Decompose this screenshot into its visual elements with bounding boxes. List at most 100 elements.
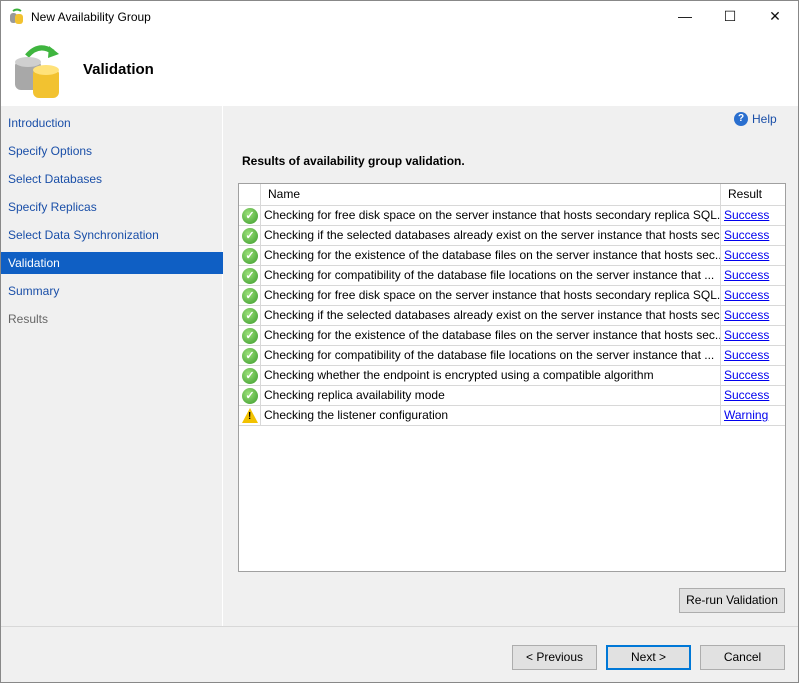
status-cell: ✓	[239, 246, 261, 265]
result-cell: Success	[721, 306, 785, 325]
result-cell: Success	[721, 226, 785, 245]
footer-divider	[1, 626, 798, 627]
table-row[interactable]: ✓ Checking for free disk space on the ser…	[239, 286, 785, 306]
success-icon: ✓	[242, 328, 258, 344]
result-cell: Success	[721, 366, 785, 385]
help-icon: ?	[734, 112, 748, 126]
result-link[interactable]: Success	[724, 228, 769, 242]
title-bar: New Availability Group — ☐ ✕	[1, 1, 798, 32]
success-icon: ✓	[242, 348, 258, 364]
table-row[interactable]: ! Checking the listener configuration Warn…	[239, 406, 785, 426]
result-link[interactable]: Success	[724, 208, 769, 222]
page-title: Validation	[83, 61, 154, 78]
table-row[interactable]: ✓ Checking for compatibility of the datab…	[239, 266, 785, 286]
table-row[interactable]: ✓ Checking for compatibility of the datab…	[239, 346, 785, 366]
result-link[interactable]: Success	[724, 388, 769, 402]
wizard-window: New Availability Group — ☐ ✕ Validation …	[0, 0, 799, 683]
nav-specify-options[interactable]: Specify Options	[1, 140, 223, 162]
nav-specify-replicas[interactable]: Specify Replicas	[1, 196, 223, 218]
maximize-button[interactable]: ☐	[707, 1, 753, 32]
success-icon: ✓	[242, 228, 258, 244]
check-name: Checking for compatibility of the databa…	[261, 346, 721, 365]
page-header: Validation	[1, 32, 798, 106]
rerun-validation-button[interactable]: Re-run Validation	[679, 588, 785, 613]
result-cell: Warning	[721, 406, 785, 425]
success-icon: ✓	[242, 248, 258, 264]
check-name: Checking for free disk space on the serv…	[261, 206, 721, 225]
warning-icon: !	[242, 408, 258, 423]
table-row[interactable]: ✓ Checking replica availability mode Succe…	[239, 386, 785, 406]
column-name[interactable]: Name	[261, 184, 721, 205]
result-link[interactable]: Success	[724, 368, 769, 382]
result-link[interactable]: Success	[724, 348, 769, 362]
result-link[interactable]: Success	[724, 288, 769, 302]
result-link[interactable]: Success	[724, 328, 769, 342]
help-link[interactable]: ? Help	[734, 112, 777, 126]
cancel-button[interactable]: Cancel	[700, 645, 785, 670]
table-row[interactable]: ✓ Checking whether the endpoint is encryp…	[239, 366, 785, 386]
results-heading: Results of availability group validation…	[242, 154, 465, 168]
success-icon: ✓	[242, 208, 258, 224]
table-row[interactable]: ✓ Checking for the existence of the datab…	[239, 326, 785, 346]
result-link[interactable]: Success	[724, 248, 769, 262]
status-cell: ✓	[239, 226, 261, 245]
next-button[interactable]: Next >	[606, 645, 691, 670]
check-name: Checking for the existence of the databa…	[261, 246, 721, 265]
nav-select-data-synchronization[interactable]: Select Data Synchronization	[1, 224, 223, 246]
wizard-nav: Introduction Specify Options Select Data…	[1, 106, 223, 626]
table-row[interactable]: ✓ Checking for the existence of the datab…	[239, 246, 785, 266]
success-icon: ✓	[242, 308, 258, 324]
success-icon: ✓	[242, 368, 258, 384]
result-cell: Success	[721, 386, 785, 405]
nav-results: Results	[8, 312, 49, 326]
success-icon: ✓	[242, 388, 258, 404]
result-cell: Success	[721, 206, 785, 225]
success-icon: ✓	[242, 288, 258, 304]
help-label: Help	[752, 112, 777, 126]
check-name: Checking for free disk space on the serv…	[261, 286, 721, 305]
nav-select-databases[interactable]: Select Databases	[1, 168, 223, 190]
result-cell: Success	[721, 326, 785, 345]
header-icon-cell	[239, 184, 261, 205]
check-name: Checking the listener configuration	[261, 406, 721, 425]
check-name: Checking if the selected databases alrea…	[261, 226, 721, 245]
result-link[interactable]: Success	[724, 308, 769, 322]
database-sync-icon	[15, 45, 59, 98]
main-panel: ? Help Results of availability group vali…	[224, 106, 798, 626]
nav-validation[interactable]: Validation	[1, 252, 223, 274]
result-cell: Success	[721, 246, 785, 265]
previous-button[interactable]: < Previous	[512, 645, 597, 670]
window-title: New Availability Group	[31, 10, 151, 24]
check-name: Checking replica availability mode	[261, 386, 721, 405]
status-cell: ✓	[239, 386, 261, 405]
close-button[interactable]: ✕	[752, 1, 798, 32]
column-result[interactable]: Result	[721, 184, 785, 205]
status-cell: ✓	[239, 286, 261, 305]
result-cell: Success	[721, 286, 785, 305]
status-cell: ✓	[239, 346, 261, 365]
status-cell: !	[239, 406, 261, 425]
grid-header: Name Result	[239, 184, 785, 206]
nav-introduction[interactable]: Introduction	[1, 112, 223, 134]
result-link[interactable]: Success	[724, 268, 769, 282]
nav-summary[interactable]: Summary	[1, 280, 223, 302]
status-cell: ✓	[239, 266, 261, 285]
table-row[interactable]: ✓ Checking if the selected databases alre…	[239, 226, 785, 246]
status-cell: ✓	[239, 326, 261, 345]
status-cell: ✓	[239, 306, 261, 325]
status-cell: ✓	[239, 206, 261, 225]
result-cell: Success	[721, 266, 785, 285]
result-cell: Success	[721, 346, 785, 365]
check-name: Checking if the selected databases alrea…	[261, 306, 721, 325]
success-icon: ✓	[242, 268, 258, 284]
app-icon	[10, 8, 23, 24]
table-row[interactable]: ✓ Checking for free disk space on the ser…	[239, 206, 785, 226]
check-name: Checking whether the endpoint is encrypt…	[261, 366, 721, 385]
status-cell: ✓	[239, 366, 261, 385]
check-name: Checking for compatibility of the databa…	[261, 266, 721, 285]
table-row[interactable]: ✓ Checking if the selected databases alre…	[239, 306, 785, 326]
minimize-button[interactable]: —	[662, 1, 708, 32]
result-link[interactable]: Warning	[724, 408, 768, 422]
validation-results-grid[interactable]: Name Result ✓ Checking for free disk spac…	[238, 183, 786, 572]
check-name: Checking for the existence of the databa…	[261, 326, 721, 345]
